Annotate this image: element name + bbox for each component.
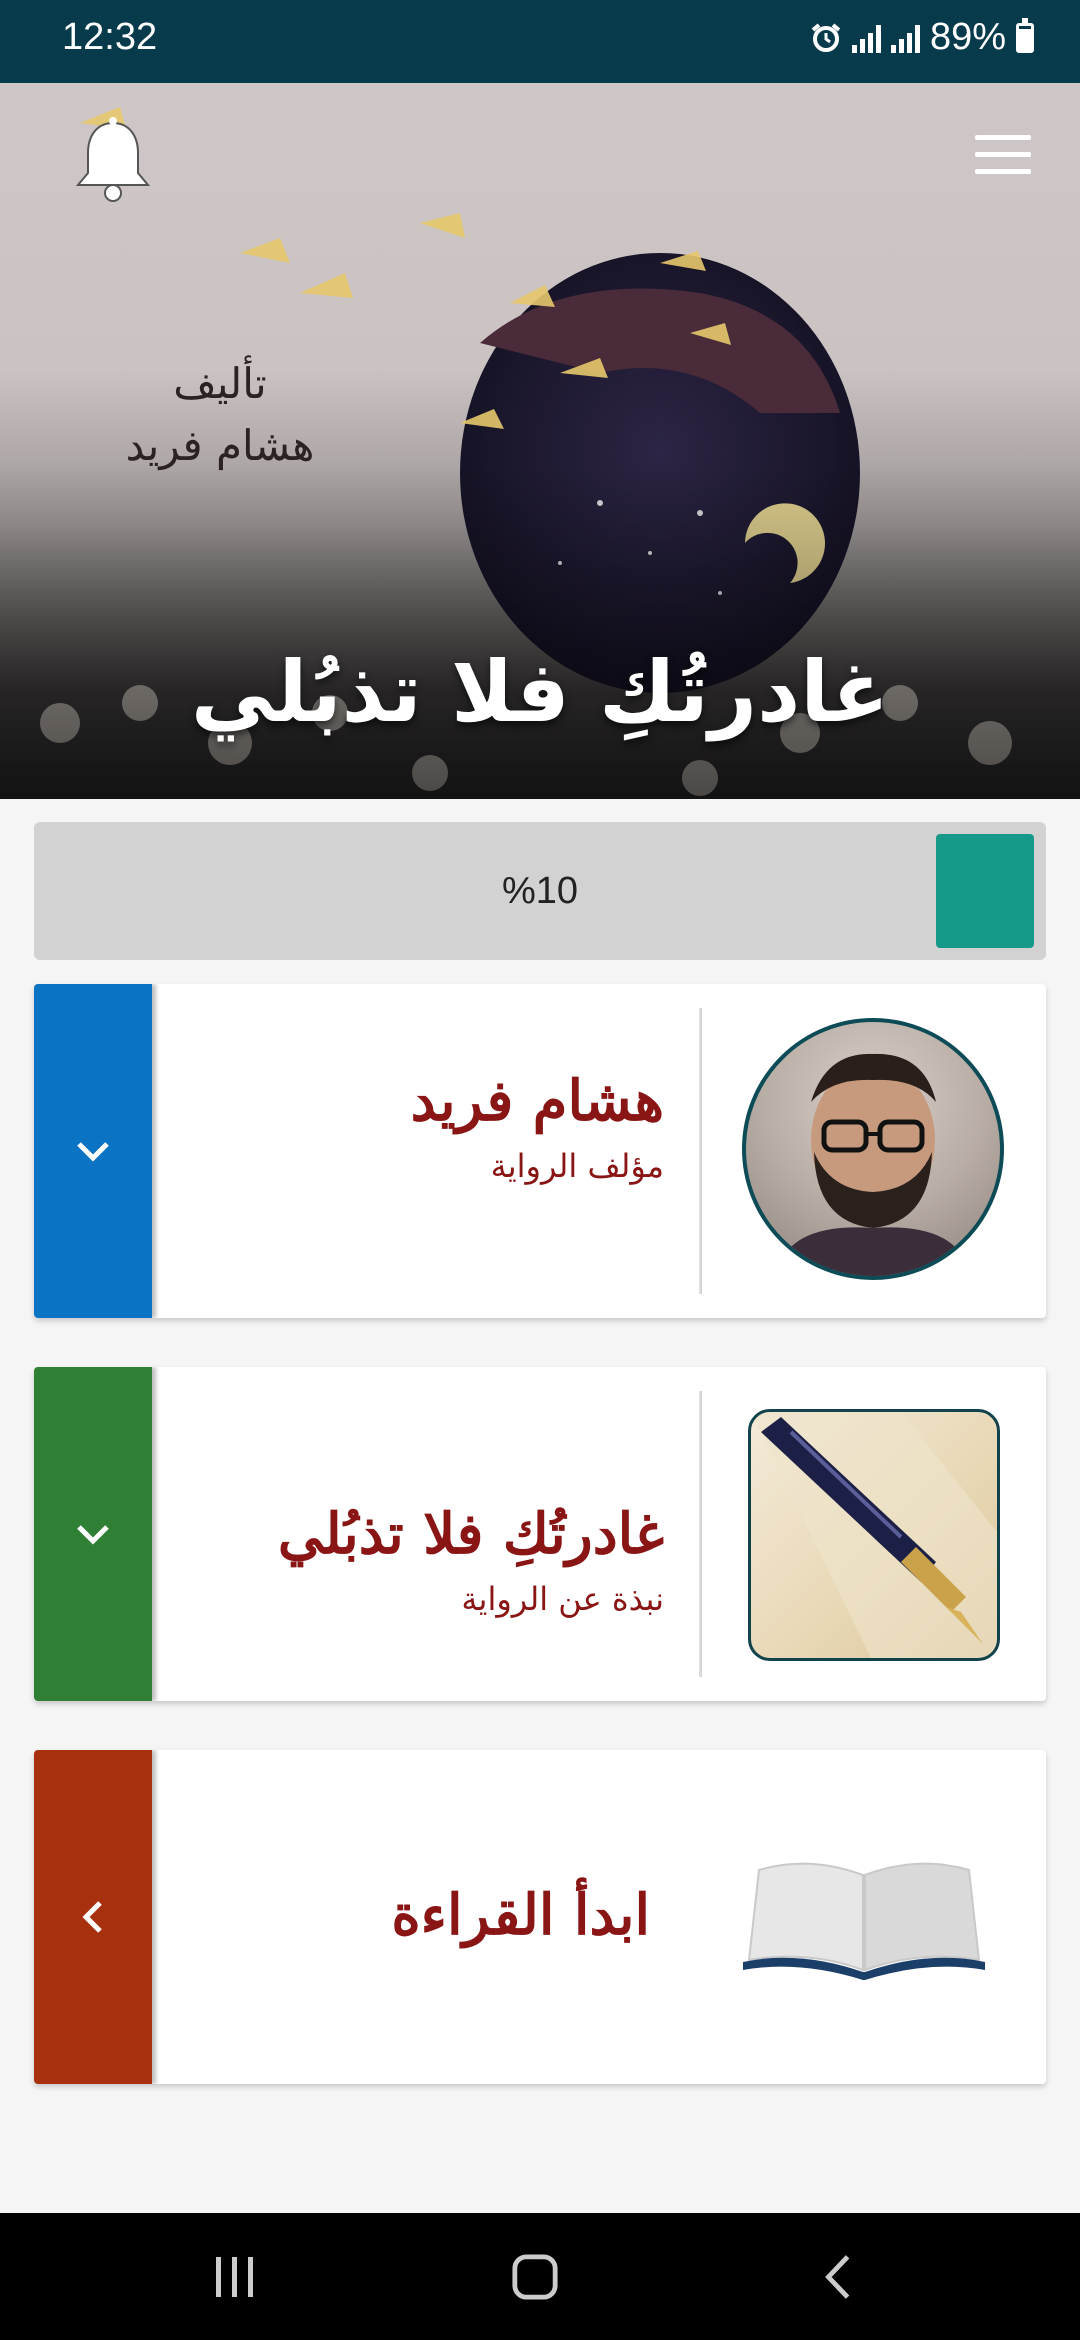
- pen-image: [748, 1409, 1000, 1661]
- signal-icon: [890, 23, 920, 53]
- status-bar: 12:32 89%: [0, 0, 1080, 83]
- bell-icon[interactable]: [70, 115, 156, 207]
- card-divider: [699, 1391, 702, 1677]
- recents-icon[interactable]: [212, 2253, 258, 2301]
- battery-percent: 89%: [929, 16, 1006, 58]
- start-reading-card[interactable]: ابدأ القراءة: [34, 1750, 1046, 2084]
- about-title: غادرتُكِ فلا تذبُلي: [277, 1501, 664, 1567]
- about-subtitle: نبذة عن الرواية: [461, 1580, 664, 1618]
- book-cover-header: تأليف هشام فريد غادرتُكِ فلا تذبُلي: [0, 83, 1080, 799]
- cover-author-label: تأليف: [173, 359, 267, 408]
- fountain-pen-icon: [751, 1412, 997, 1658]
- status-icons: 89%: [810, 16, 1034, 59]
- back-icon[interactable]: [822, 2253, 854, 2301]
- about-card[interactable]: غادرتُكِ فلا تذبُلي نبذة عن الرواية: [34, 1367, 1046, 1701]
- about-card-text: غادرتُكِ فلا تذبُلي نبذة عن الرواية: [184, 1499, 664, 1621]
- start-reading-button[interactable]: [34, 1750, 152, 2084]
- start-reading-text: ابدأ القراءة: [184, 1880, 664, 1950]
- author-photo: [776, 1053, 970, 1276]
- about-card-toggle[interactable]: [34, 1367, 152, 1701]
- status-time: 12:32: [62, 16, 158, 58]
- author-subtitle: مؤلف الرواية: [490, 1147, 664, 1185]
- author-name: هشام فريد: [410, 1068, 664, 1134]
- start-reading-label: ابدأ القراءة: [391, 1882, 650, 1948]
- card-divider: [699, 1008, 702, 1294]
- cover-author-block: تأليف هشام فريد: [70, 353, 370, 477]
- menu-icon: [975, 135, 1031, 140]
- battery-icon: [1016, 17, 1034, 53]
- home-icon[interactable]: [510, 2253, 560, 2301]
- chevron-left-icon: [82, 1901, 102, 1933]
- author-card[interactable]: هشام فريد مؤلف الرواية: [34, 984, 1046, 1318]
- book-title: غادرتُكِ فلا تذبُلي: [190, 643, 890, 741]
- system-nav-bar: [0, 2213, 1080, 2340]
- progress-label: %10: [501, 870, 579, 912]
- reading-progress-bar: %10: [34, 822, 1046, 960]
- alarm-icon: [811, 22, 841, 52]
- signal-icon: [851, 23, 881, 53]
- menu-button[interactable]: [975, 135, 1031, 179]
- chevron-down-icon: [77, 1525, 109, 1545]
- progress-fill: [936, 834, 1034, 948]
- open-book-icon: [743, 1862, 985, 1980]
- author-card-toggle[interactable]: [34, 984, 152, 1318]
- chevron-down-icon: [77, 1142, 109, 1162]
- cover-author-name: هشام فريد: [125, 421, 315, 470]
- author-card-text: هشام فريد مؤلف الرواية: [184, 1066, 664, 1188]
- author-avatar: [742, 1018, 1004, 1280]
